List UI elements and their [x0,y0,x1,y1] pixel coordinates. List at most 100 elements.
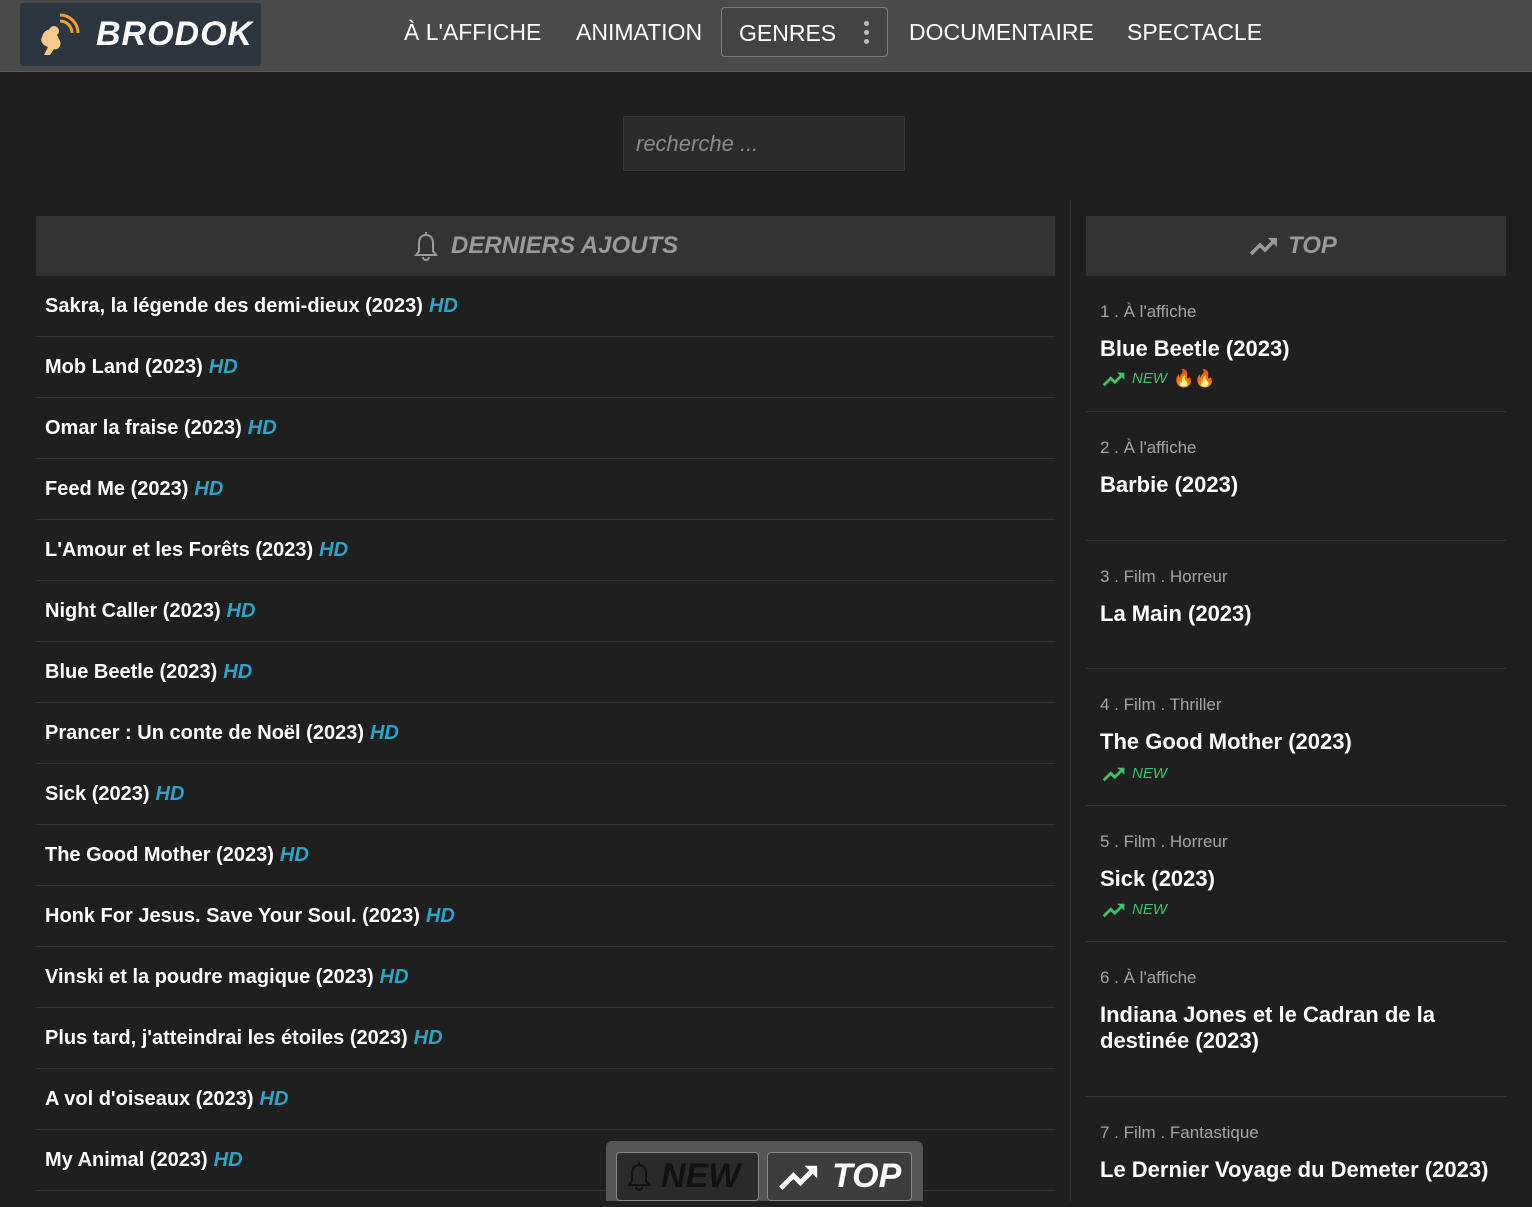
top-item-meta: 3 . Film . Horreur [1100,567,1228,586]
new-badge: NEW [1102,765,1167,782]
list-item[interactable]: Omar la fraise (2023) HD [36,398,1055,459]
nav-genres-dropdown[interactable]: GENRES [721,7,888,57]
nav-documentaire[interactable]: DOCUMENTAIRE [909,17,1094,47]
hd-badge: HD [155,782,185,805]
float-new-button[interactable]: NEW [616,1152,759,1201]
nav-a-laffiche[interactable]: À L'AFFICHE [404,17,541,47]
new-badge: NEW 🔥🔥 [1102,370,1215,387]
top-item-title: The Good Mother (2023) [1100,729,1352,754]
hd-badge: HD [413,1026,443,1049]
list-item[interactable]: Blue Beetle (2023) HD [36,642,1055,703]
list-item[interactable]: Mob Land (2023) HD [36,337,1055,398]
movie-title: A vol d'oiseaux (2023) [45,1087,254,1110]
hd-badge: HD [279,843,309,866]
top-item-title: Indiana Jones et le Cadran de la destiné… [1100,1002,1435,1053]
trending-up-icon [1102,903,1125,917]
nav-spectacle[interactable]: SPECTACLE [1127,17,1262,47]
latest-list: Sakra, la légende des demi-dieux (2023) H… [36,276,1055,1191]
list-item[interactable]: The Good Mother (2023) HD [36,825,1055,886]
hd-badge: HD [213,1148,243,1171]
list-item[interactable]: Feed Me (2023) HD [36,459,1055,520]
top-item-meta: 4 . Film . Thriller [1100,695,1222,714]
new-badge: NEW [1102,901,1167,918]
float-top-label: TOP [832,1157,902,1195]
new-label: NEW [1132,370,1167,387]
column-divider [1070,200,1071,1201]
top-list: 1 . À l'affiche Blue Beetle (2023) NEW 🔥… [1086,276,1506,1207]
list-item[interactable]: Sakra, la légende des demi-dieux (2023) H… [36,276,1055,337]
list-item[interactable]: Vinski et la poudre magique (2023) HD [36,947,1055,1008]
trending-up-icon [779,1165,818,1190]
float-new-label: NEW [661,1157,741,1195]
movie-title: Plus tard, j'atteindrai les étoiles (202… [45,1026,408,1049]
nav-animation[interactable]: ANIMATION [576,17,702,47]
top-list-item[interactable]: 4 . Film . Thriller The Good Mother (202… [1086,669,1506,806]
hd-badge: HD [369,721,399,744]
top-list-item[interactable]: 1 . À l'affiche Blue Beetle (2023) NEW 🔥… [1086,276,1506,412]
floating-toggle-bar: NEW TOP [606,1141,923,1201]
list-item[interactable]: Night Caller (2023) HD [36,581,1055,642]
fire-icon: 🔥🔥 [1173,369,1216,388]
list-item[interactable]: Honk For Jesus. Save Your Soul. (2023) HD [36,886,1055,947]
top-list-item[interactable]: 7 . Film . Fantastique Le Dernier Voyage… [1086,1097,1506,1207]
hd-badge: HD [319,538,349,561]
list-item[interactable]: Sick (2023) HD [36,764,1055,825]
search-input[interactable] [623,116,905,171]
hd-badge: HD [425,904,455,927]
movie-title: Prancer : Un conte de Noël (2023) [45,721,364,744]
latest-section-title: DERNIERS AJOUTS [451,232,679,259]
brand-logo[interactable]: BRODOK [20,3,261,66]
hd-badge: HD [247,416,277,439]
top-navbar: BRODOK À L'AFFICHE ANIMATION GENRES DOCU… [0,0,1532,72]
trending-up-icon [1102,767,1125,781]
top-list-item[interactable]: 5 . Film . Horreur Sick (2023) NEW [1086,806,1506,942]
movie-title: Sakra, la légende des demi-dieux (2023) [45,294,423,317]
list-item[interactable]: L'Amour et les Forêts (2023) HD [36,520,1055,581]
movie-title: The Good Mother (2023) [45,843,274,866]
movie-title: Blue Beetle (2023) [45,660,218,683]
top-item-title: Le Dernier Voyage du Demeter (2023) [1100,1157,1489,1182]
movie-title: Night Caller (2023) [45,599,221,622]
brand-name: BRODOK [96,15,254,53]
movie-title: Mob Land (2023) [45,355,203,378]
list-item[interactable]: Prancer : Un conte de Noël (2023) HD [36,703,1055,764]
top-section-title: TOP [1288,232,1337,259]
top-item-title: La Main (2023) [1100,601,1252,626]
top-item-meta: 2 . À l'affiche [1100,438,1197,457]
movie-title: L'Amour et les Forêts (2023) [45,538,314,561]
hd-badge: HD [379,965,409,988]
movie-title: Sick (2023) [45,782,150,805]
nav-genres-label: GENRES [739,20,837,46]
list-item[interactable]: A vol d'oiseaux (2023) HD [36,1069,1055,1130]
movie-title: Vinski et la poudre magique (2023) [45,965,374,988]
kebab-menu-icon [862,21,870,47]
latest-section-header: DERNIERS AJOUTS [36,216,1055,276]
logo-icon [41,13,80,55]
top-list-item[interactable]: 3 . Film . Horreur La Main (2023) [1086,541,1506,669]
top-item-meta: 5 . Film . Horreur [1100,832,1228,851]
top-list-item[interactable]: 6 . À l'affiche Indiana Jones et le Cadr… [1086,942,1506,1097]
new-label: NEW [1132,901,1167,918]
movie-title: Feed Me (2023) [45,477,189,500]
top-list-item[interactable]: 2 . À l'affiche Barbie (2023) [1086,412,1506,541]
top-item-title: Blue Beetle (2023) [1100,336,1290,361]
hd-badge: HD [226,599,256,622]
top-item-meta: 7 . Film . Fantastique [1100,1123,1259,1142]
top-section-header: TOP [1086,216,1506,276]
bell-icon [414,232,438,261]
hd-badge: HD [259,1087,289,1110]
hd-badge: HD [208,355,238,378]
hd-badge: HD [223,660,253,683]
movie-title: My Animal (2023) [45,1148,208,1171]
float-top-button[interactable]: TOP [767,1152,912,1201]
top-item-meta: 1 . À l'affiche [1100,302,1197,321]
hd-badge: HD [194,477,224,500]
top-item-title: Barbie (2023) [1100,472,1239,497]
movie-title: Honk For Jesus. Save Your Soul. (2023) [45,904,420,927]
trending-up-icon [1249,238,1277,256]
top-item-meta: 6 . À l'affiche [1100,968,1197,987]
top-item-title: Sick (2023) [1100,866,1215,891]
new-label: NEW [1132,765,1167,782]
movie-title: Omar la fraise (2023) [45,416,242,439]
list-item[interactable]: Plus tard, j'atteindrai les étoiles (202… [36,1008,1055,1069]
